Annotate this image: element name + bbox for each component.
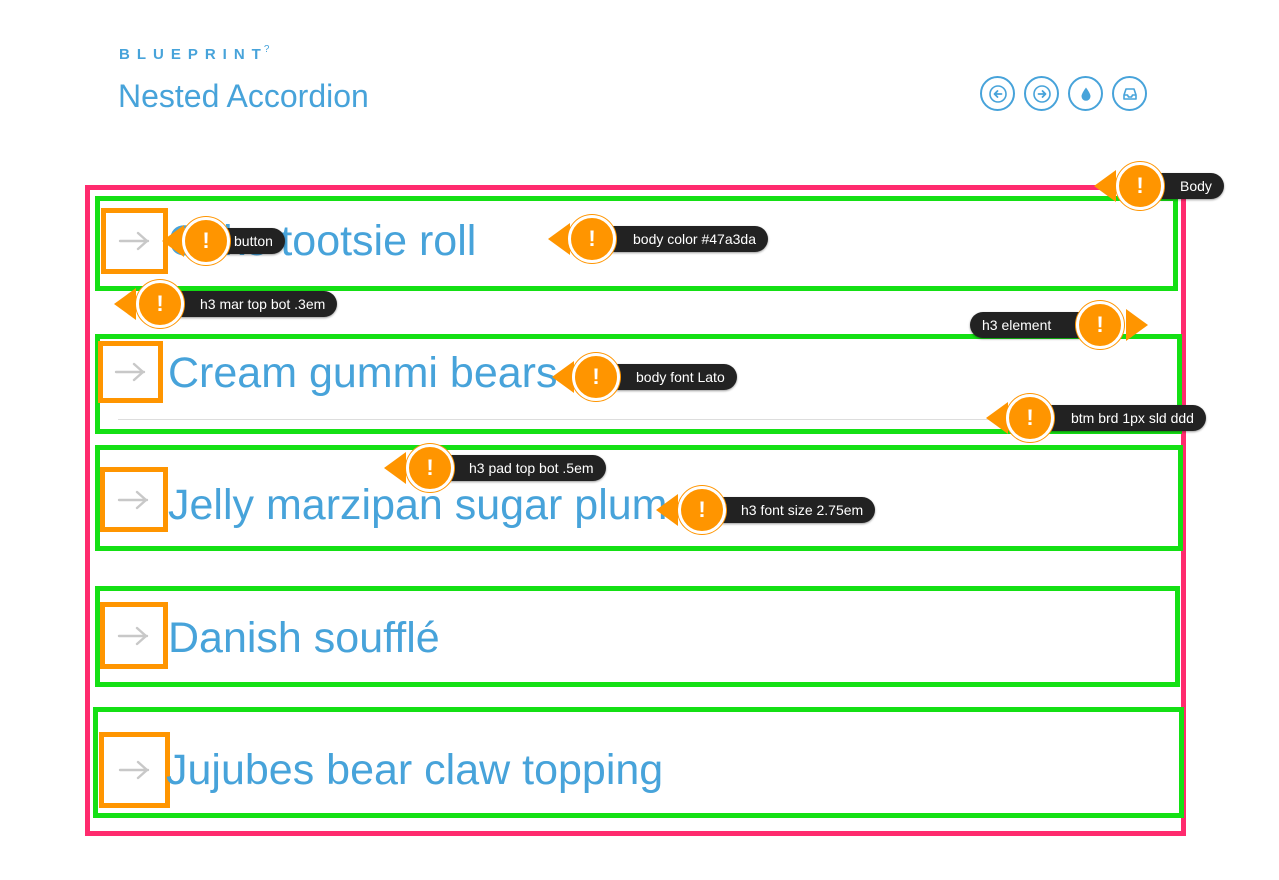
inbox-icon [1122,87,1137,100]
accordion-toggle-button[interactable] [101,208,168,274]
accordion-toggle-button[interactable] [100,602,168,669]
accordion-item-title[interactable]: Danish soufflé [168,617,440,660]
warning-icon: ! [1006,394,1054,442]
warning-icon: ! [1116,162,1164,210]
accordion-toggle-button[interactable] [100,467,168,532]
warning-icon: ! [136,280,184,328]
accordion-item-title[interactable]: Jujubes bear claw topping [166,749,663,792]
accordion-toggle-button[interactable] [99,732,170,808]
accordion-item-title[interactable]: Jelly marzipan sugar plum [168,484,667,527]
warning-icon: ! [572,353,620,401]
annotation-label: h3 element [970,312,1092,338]
pointer-icon [1126,309,1148,341]
arrow-right-icon [118,760,149,780]
annotation-note: h3 mar top bot .3em ! [114,280,356,328]
pointer-icon [162,225,184,257]
brand-text: BLUEPRINT [119,46,268,63]
accordion-item-title[interactable]: Cream gummi bears [168,352,558,395]
annotation-note: h3 font size 2.75em ! [656,486,890,534]
arrow-left-icon [988,84,1007,103]
arrow-right-icon [114,362,145,382]
annotation-note: btm brd 1px sld ddd ! [986,394,1226,442]
pointer-icon [656,494,678,526]
brand-logo: BLUEPRINT? [119,44,270,63]
arrow-right-icon [1032,84,1051,103]
pointer-icon [1094,170,1116,202]
annotation-note: button ! [162,217,308,265]
arrow-right-icon [117,490,149,509]
demo-nav [980,76,1147,111]
arrow-right-icon [118,231,149,251]
page-title: Nested Accordion [118,78,369,114]
pointer-icon [552,361,574,393]
annotation-note: h3 element ! [970,301,1148,349]
pointer-icon [114,288,136,320]
warning-icon: ! [678,486,726,534]
annotation-note: body font Lato ! [552,353,752,401]
help-icon[interactable]: ? [264,44,270,55]
annotation-note: Body ! [1094,162,1230,210]
annotation-note: h3 pad top bot .5em ! [384,444,624,492]
pointer-icon [384,452,406,484]
pointer-icon [986,402,1008,434]
warning-icon: ! [182,217,230,265]
drop-icon [1081,87,1090,101]
warning-icon: ! [406,444,454,492]
inbox-button[interactable] [1112,76,1147,111]
next-button[interactable] [1024,76,1059,111]
warning-icon: ! [1076,301,1124,349]
pointer-icon [548,223,570,255]
drop-button[interactable] [1068,76,1103,111]
accordion-toggle-button[interactable] [98,341,163,403]
previous-button[interactable] [980,76,1015,111]
annotation-note: body color #47a3da ! [548,215,784,263]
arrow-right-icon [117,626,149,645]
warning-icon: ! [568,215,616,263]
